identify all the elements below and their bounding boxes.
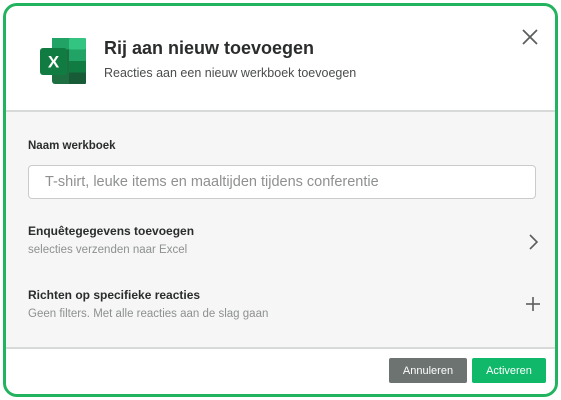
add-survey-data-title: Enquêtegegevens toevoegen [28, 224, 195, 238]
dialog-subtitle: Reacties aan een nieuw werkboek toevoege… [104, 66, 357, 80]
dialog: X Rij aan nieuw toevoegen Reacties aan e… [3, 3, 558, 397]
target-responses-title: Richten op specifieke reacties [28, 288, 201, 302]
add-survey-data-row[interactable]: Enquêtegegevens toevoegen selecties verz… [6, 224, 555, 274]
plus-icon[interactable] [523, 294, 543, 314]
dialog-title: Rij aan nieuw toevoegen [104, 38, 315, 58]
dialog-footer: Annuleren Activeren [6, 347, 555, 394]
activate-button[interactable]: Activeren [472, 358, 546, 383]
target-responses-subtitle: Geen filters. Met alle reacties aan de s… [28, 308, 269, 320]
close-icon[interactable] [519, 26, 541, 48]
workbook-name-label: Naam werkboek [28, 140, 116, 152]
chevron-right-icon[interactable] [523, 232, 543, 252]
dialog-header: X Rij aan nieuw toevoegen Reacties aan e… [6, 6, 555, 112]
add-survey-data-subtitle: selecties verzenden naar Excel [28, 244, 188, 256]
cancel-button[interactable]: Annuleren [389, 358, 467, 383]
workbook-name-input[interactable] [28, 165, 536, 199]
excel-icon-letter: X [48, 53, 60, 72]
excel-icon: X [40, 38, 86, 84]
target-responses-row[interactable]: Richten op specifieke reacties Geen filt… [6, 288, 555, 338]
